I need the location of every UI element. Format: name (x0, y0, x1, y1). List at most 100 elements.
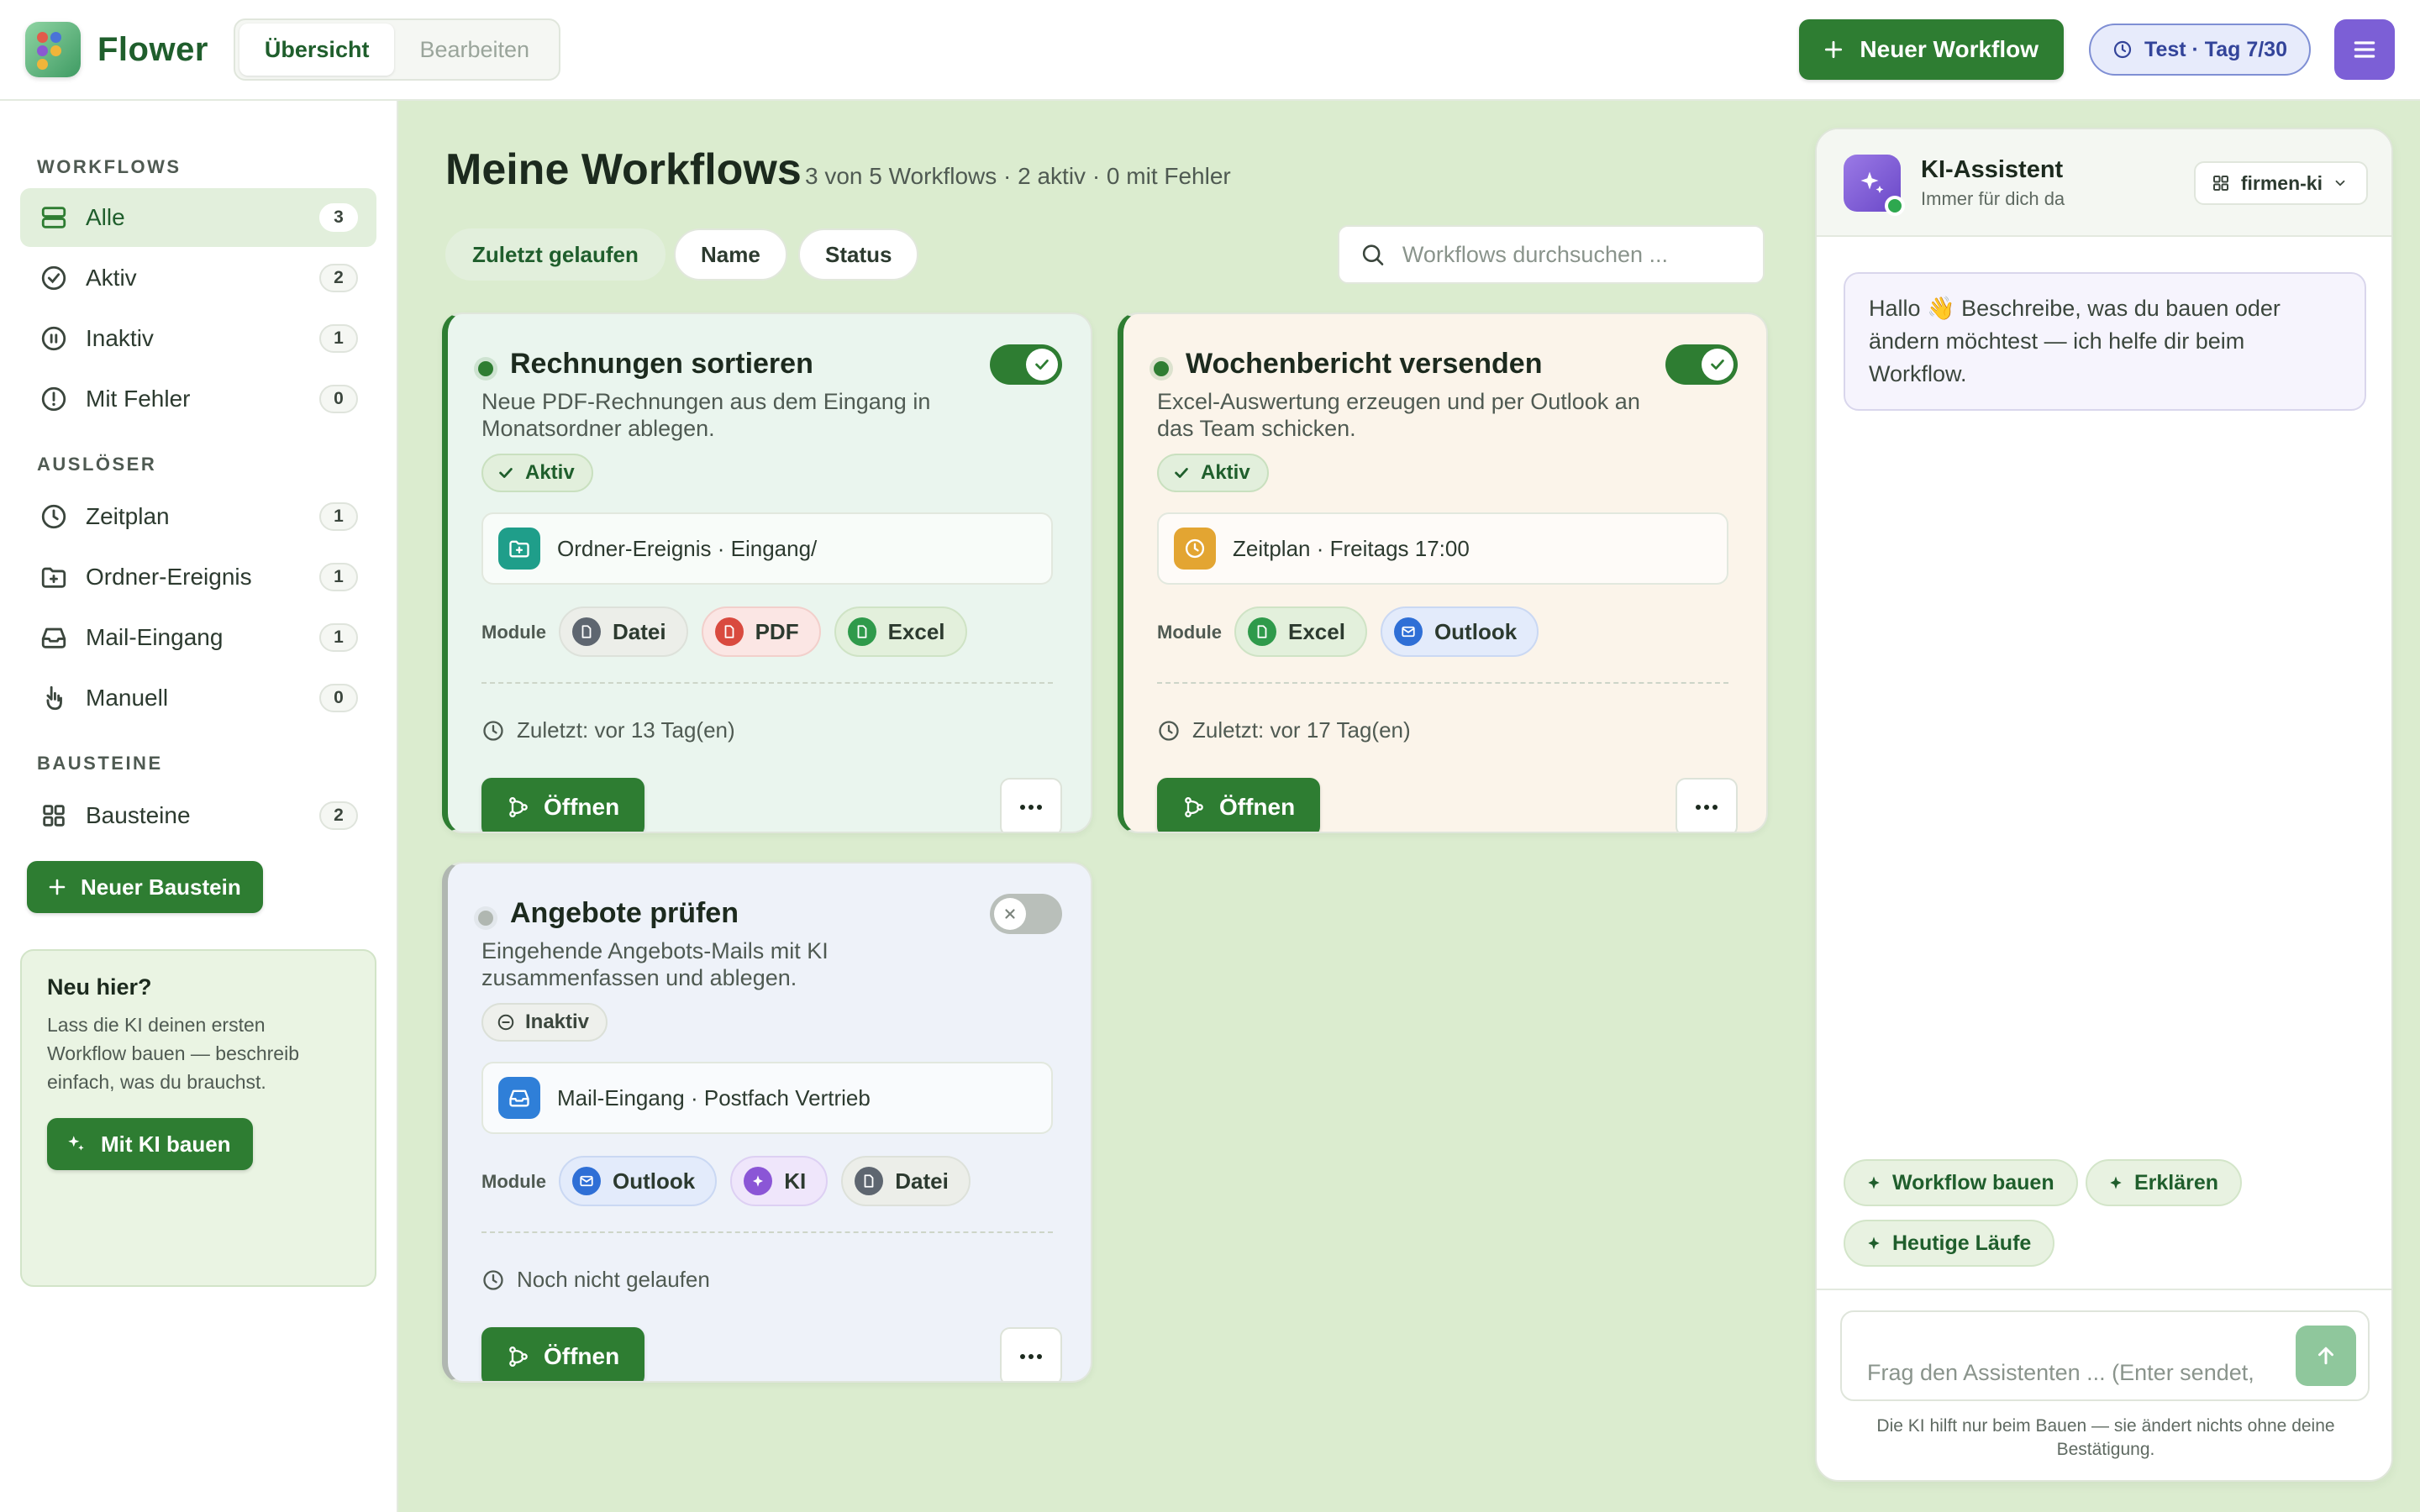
last-run-label: Zuletzt: vor 13 Tag(en) (517, 717, 735, 743)
sidebar-item-label: Alle (86, 204, 125, 230)
mail-icon (572, 1167, 601, 1195)
suggestion-todays-runs[interactable]: Heutige Läufe (1844, 1220, 2055, 1267)
hamburger-icon (2354, 41, 2375, 58)
toggle-knob (1026, 349, 1058, 381)
modules-label: Module (1157, 622, 1222, 643)
trigger-label: Ordner-Ereignis · Eingang/ (557, 535, 818, 561)
workflow-card[interactable]: Rechnungen sortieren Neue PDF-Rechnungen… (442, 312, 1092, 833)
folder-plus-icon (39, 562, 69, 592)
workflow-title: Angebote prüfen (510, 897, 739, 929)
sidebar-item-blocks[interactable]: Bausteine 2 (20, 786, 376, 845)
more-options-button[interactable] (1676, 778, 1738, 832)
count-badge: 1 (319, 324, 358, 353)
app-logo[interactable] (25, 22, 81, 77)
last-run: Noch nicht gelaufen (481, 1267, 710, 1293)
status-label: Aktiv (1201, 461, 1250, 484)
check-icon (1711, 360, 1724, 370)
sort-last-run[interactable]: Zuletzt gelaufen (445, 228, 666, 281)
new-workflow-button[interactable]: Neuer Workflow (1799, 19, 2065, 80)
sidebar-item-manual[interactable]: Manuell 0 (20, 669, 376, 727)
last-run-label: Noch nicht gelaufen (517, 1267, 710, 1292)
open-workflow-button[interactable]: Öffnen (1157, 778, 1321, 832)
workflow-title: Rechnungen sortieren (510, 348, 813, 380)
sparkle-icon (1868, 1236, 1880, 1250)
last-run-label: Zuletzt: vor 17 Tag(en) (1192, 717, 1411, 743)
trigger-box: Mail-Eingang · Postfach Vertrieb (481, 1062, 1053, 1134)
build-with-ai-button[interactable]: Mit KI bauen (47, 1118, 253, 1170)
sort-status[interactable]: Status (798, 228, 919, 281)
file-icon (714, 617, 744, 646)
check-icon (1175, 468, 1188, 478)
check-circle-icon (39, 263, 69, 293)
open-workflow-button[interactable]: Öffnen (481, 778, 645, 832)
trial-badge[interactable]: Test · Tag 7/30 (2089, 24, 2311, 76)
module-label: Excel (1288, 618, 1345, 644)
minus-circle-icon (497, 1014, 514, 1031)
modules-label: Module (481, 622, 546, 643)
tab-overview[interactable]: Übersicht (239, 24, 395, 76)
sparkle-icon (68, 1136, 84, 1151)
open-workflow-button[interactable]: Öffnen (481, 1327, 645, 1381)
sidebar-item-active[interactable]: Aktiv 2 (20, 249, 376, 307)
sidebar-item-schedule[interactable]: Zeitplan 1 (20, 487, 376, 546)
more-options-button[interactable] (1000, 1327, 1062, 1381)
file-icon (572, 617, 601, 646)
more-dots-icon (1020, 1354, 1042, 1359)
sidebar-item-label: Inaktiv (86, 325, 154, 351)
count-badge: 1 (319, 502, 358, 531)
model-select[interactable]: firmen-ki (2193, 161, 2368, 205)
module-label: KI (784, 1168, 807, 1194)
sidebar-item-label: Zeitplan (86, 503, 170, 529)
file-icon (855, 1167, 884, 1195)
online-indicator (1885, 196, 1905, 216)
search-box (1338, 225, 1765, 284)
last-run: Zuletzt: vor 13 Tag(en) (481, 717, 735, 743)
sidebar-item-label: Manuell (86, 685, 169, 711)
menu-button[interactable] (2334, 19, 2395, 80)
sidebar-item-label: Ordner-Ereignis (86, 564, 252, 590)
plus-icon (1825, 40, 1843, 59)
status-dot (478, 361, 493, 376)
alert-circle-icon (39, 384, 69, 414)
onboarding-card: Neu hier? Lass die KI deinen ersten Work… (20, 949, 376, 1287)
last-run: Zuletzt: vor 17 Tag(en) (1157, 717, 1411, 743)
workflow-toggle[interactable] (990, 894, 1062, 934)
suggestion-explain[interactable]: Erklären (2086, 1159, 2243, 1206)
new-block-button[interactable]: Neuer Baustein (27, 861, 263, 913)
clock-icon (1159, 720, 1179, 741)
search-input[interactable] (1402, 241, 1743, 268)
card-divider (481, 1231, 1053, 1233)
module-label: Outlook (1434, 618, 1518, 644)
workflow-card[interactable]: Angebote prüfen Eingehende Angebots-Mail… (442, 862, 1092, 1383)
suggestion-build-workflow[interactable]: Workflow bauen (1844, 1159, 2078, 1206)
sort-name[interactable]: Name (674, 228, 787, 281)
sidebar-item-errors[interactable]: Mit Fehler 0 (20, 370, 376, 428)
sidebar-item-folder-event[interactable]: Ordner-Ereignis 1 (20, 548, 376, 606)
workflow-card[interactable]: Wochenbericht versenden Excel-Auswertung… (1118, 312, 1768, 833)
trigger-label: Zeitplan · Freitags 17:00 (1233, 535, 1470, 561)
count-badge: 1 (319, 623, 358, 652)
count-badge: 2 (319, 801, 358, 830)
sidebar-item-all[interactable]: Alle 3 (20, 188, 376, 247)
tab-edit[interactable]: Bearbeiten (394, 24, 555, 76)
chat-input[interactable] (1867, 1359, 2262, 1386)
section-heading-workflows: WORKFLOWS (37, 156, 182, 177)
module-chip-outlook: Outlook (1380, 606, 1539, 657)
grid-icon (39, 801, 69, 831)
sparkle-icon (1860, 171, 1884, 193)
assistant-disclaimer: Die KI hilft nur beim Bauen — sie ändert… (1876, 1416, 2335, 1459)
workflow-toggle[interactable] (990, 344, 1062, 385)
workflow-toggle[interactable] (1665, 344, 1738, 385)
sidebar-item-label: Mail-Eingang (86, 624, 224, 650)
hand-pointer-icon (39, 683, 69, 713)
top-bar: Flower Übersicht Bearbeiten Neuer Workfl… (0, 0, 2420, 101)
status-badge: Aktiv (1157, 454, 1269, 492)
module-label: Datei (895, 1168, 949, 1194)
file-icon (1248, 617, 1276, 646)
more-options-button[interactable] (1000, 778, 1062, 832)
sidebar-item-mail-inbox[interactable]: Mail-Eingang 1 (20, 608, 376, 667)
file-icon (847, 617, 876, 646)
send-button[interactable] (2296, 1326, 2356, 1386)
sidebar-item-inactive[interactable]: Inaktiv 1 (20, 309, 376, 368)
assistant-subtitle: Immer für dich da (1921, 188, 2065, 209)
